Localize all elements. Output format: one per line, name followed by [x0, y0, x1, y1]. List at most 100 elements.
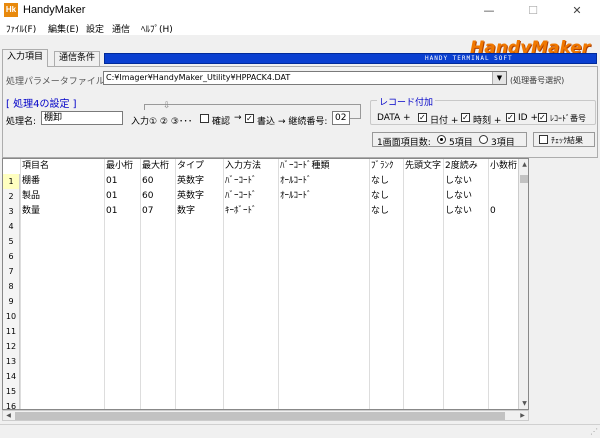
cell-type[interactable] — [175, 234, 223, 249]
table-row[interactable]: 8 — [3, 279, 518, 294]
cell-item-name[interactable] — [20, 219, 104, 234]
confirm-checkbox[interactable] — [200, 114, 209, 123]
cell-min-digits[interactable] — [104, 219, 140, 234]
menu-edit[interactable]: 編集(E) — [48, 22, 79, 35]
row-number[interactable]: 3 — [3, 204, 20, 219]
row-number[interactable]: 15 — [3, 384, 20, 399]
cell-min-digits[interactable] — [104, 399, 140, 409]
cell-item-name[interactable] — [20, 324, 104, 339]
cell-decimal-digits[interactable] — [488, 324, 518, 339]
cell-min-digits[interactable] — [104, 384, 140, 399]
hscroll-thumb[interactable] — [15, 412, 505, 420]
row-number[interactable]: 11 — [3, 324, 20, 339]
cell-min-digits[interactable] — [104, 324, 140, 339]
time-checkbox[interactable] — [461, 113, 470, 122]
cell-type[interactable] — [175, 309, 223, 324]
cell-prefix[interactable] — [403, 219, 443, 234]
cell-max-digits[interactable] — [140, 384, 175, 399]
table-row[interactable]: 2 製品 01 60 英数字 ﾊﾞｰｺｰﾄﾞ ｵｰﾙｺｰﾄﾞ なし しない — [3, 189, 518, 204]
cell-double-read[interactable] — [443, 324, 488, 339]
cell-input-method[interactable] — [223, 369, 278, 384]
cell-decimal-digits[interactable] — [488, 189, 518, 204]
cell-blank[interactable] — [369, 324, 403, 339]
cell-min-digits[interactable] — [104, 294, 140, 309]
cell-input-method[interactable] — [223, 309, 278, 324]
cell-double-read[interactable] — [443, 354, 488, 369]
table-row[interactable]: 1 棚番 01 60 英数字 ﾊﾞｰｺｰﾄﾞ ｵｰﾙｺｰﾄﾞ なし しない — [3, 174, 518, 189]
cell-min-digits[interactable] — [104, 234, 140, 249]
cell-min-digits[interactable]: 01 — [104, 189, 140, 204]
cell-item-name[interactable] — [20, 339, 104, 354]
write-checkbox[interactable] — [245, 114, 254, 123]
cell-barcode-type[interactable] — [278, 204, 369, 219]
cell-blank[interactable] — [369, 234, 403, 249]
grid-vertical-scrollbar[interactable]: ▲ ▼ — [518, 159, 528, 409]
date-checkbox[interactable] — [418, 113, 427, 122]
table-row[interactable]: 9 — [3, 294, 518, 309]
cell-barcode-type[interactable] — [278, 339, 369, 354]
cell-decimal-digits[interactable] — [488, 234, 518, 249]
cell-prefix[interactable] — [403, 264, 443, 279]
cell-prefix[interactable] — [403, 204, 443, 219]
cell-double-read[interactable] — [443, 294, 488, 309]
table-row[interactable]: 5 — [3, 234, 518, 249]
cell-min-digits[interactable] — [104, 339, 140, 354]
cell-max-digits[interactable] — [140, 324, 175, 339]
table-row[interactable]: 16 — [3, 399, 518, 409]
cell-blank[interactable] — [369, 249, 403, 264]
cell-input-method[interactable] — [223, 219, 278, 234]
cell-item-name[interactable] — [20, 294, 104, 309]
cell-decimal-digits[interactable] — [488, 339, 518, 354]
cell-min-digits[interactable] — [104, 249, 140, 264]
row-number[interactable]: 1 — [3, 174, 20, 189]
cell-prefix[interactable] — [403, 399, 443, 409]
table-row[interactable]: 3 数量 01 07 数字 ｷｰﾎﾞｰﾄﾞ なし しない 0 — [3, 204, 518, 219]
cell-prefix[interactable] — [403, 234, 443, 249]
id-checkbox[interactable] — [506, 113, 515, 122]
row-number[interactable]: 8 — [3, 279, 20, 294]
row-number[interactable]: 2 — [3, 189, 20, 204]
cell-double-read[interactable] — [443, 339, 488, 354]
table-row[interactable]: 11 — [3, 324, 518, 339]
cell-prefix[interactable] — [403, 369, 443, 384]
cell-barcode-type[interactable]: ｵｰﾙｺｰﾄﾞ — [278, 174, 369, 189]
cell-double-read[interactable] — [443, 219, 488, 234]
cell-input-method[interactable]: ﾊﾞｰｺｰﾄﾞ — [223, 174, 278, 189]
cell-max-digits[interactable] — [140, 219, 175, 234]
cell-type[interactable] — [175, 384, 223, 399]
cell-decimal-digits[interactable] — [488, 279, 518, 294]
maximize-button[interactable]: ☐ — [511, 0, 555, 21]
table-row[interactable]: 13 — [3, 354, 518, 369]
cell-max-digits[interactable]: 60 — [140, 174, 175, 189]
cell-double-read[interactable] — [443, 399, 488, 409]
table-row[interactable]: 14 — [3, 369, 518, 384]
cell-decimal-digits[interactable] — [488, 219, 518, 234]
cell-blank[interactable] — [369, 369, 403, 384]
radio-3-items[interactable] — [479, 135, 488, 144]
cell-barcode-type[interactable] — [278, 249, 369, 264]
cell-double-read[interactable] — [443, 249, 488, 264]
row-number[interactable]: 14 — [3, 369, 20, 384]
cell-max-digits[interactable] — [140, 249, 175, 264]
record-number-checkbox[interactable] — [538, 113, 547, 122]
cell-barcode-type[interactable] — [278, 219, 369, 234]
cell-double-read[interactable] — [443, 369, 488, 384]
cell-type[interactable] — [175, 219, 223, 234]
cell-max-digits[interactable] — [140, 309, 175, 324]
resize-grip-icon[interactable]: ⋰ — [590, 427, 598, 436]
cell-type[interactable] — [175, 264, 223, 279]
cell-type[interactable]: 英数字 — [175, 174, 223, 189]
cell-barcode-type[interactable] — [278, 354, 369, 369]
menu-help[interactable]: ﾍﾙﾌﾟ(H) — [141, 22, 173, 35]
cell-type[interactable] — [175, 354, 223, 369]
row-number[interactable]: 13 — [3, 354, 20, 369]
row-number[interactable]: 9 — [3, 294, 20, 309]
cell-barcode-type[interactable] — [278, 309, 369, 324]
table-row[interactable]: 15 — [3, 384, 518, 399]
cell-min-digits[interactable] — [104, 309, 140, 324]
cell-double-read[interactable] — [443, 309, 488, 324]
cell-decimal-digits[interactable] — [488, 249, 518, 264]
cell-decimal-digits[interactable] — [488, 399, 518, 409]
row-number[interactable]: 16 — [3, 399, 20, 409]
cell-decimal-digits[interactable] — [488, 174, 518, 189]
